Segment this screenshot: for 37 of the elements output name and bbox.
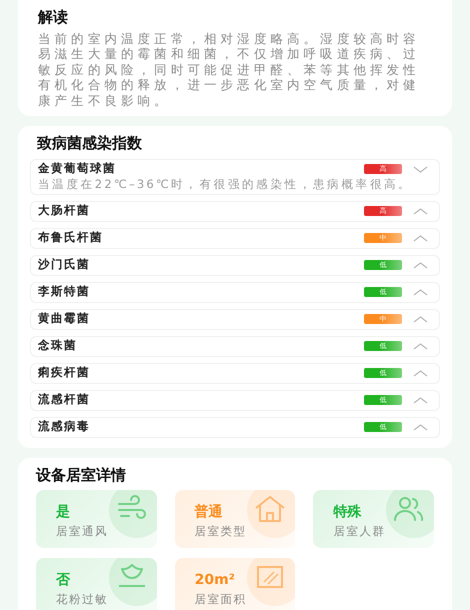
chevron-down-icon[interactable] bbox=[413, 166, 428, 172]
house-icon bbox=[253, 494, 288, 524]
chevron-up-icon[interactable] bbox=[413, 262, 428, 268]
pathogen-name: 布鲁氏杆菌 bbox=[38, 229, 104, 246]
pathogen-name: 黄曲霉菌 bbox=[38, 310, 91, 328]
section-title: 解读 bbox=[38, 7, 69, 28]
pathogen-name: 大肠杆菌 bbox=[38, 202, 91, 220]
people-icon bbox=[392, 494, 426, 524]
detail-label: 居室人群 bbox=[333, 523, 386, 540]
chevron-up-icon[interactable] bbox=[413, 424, 428, 430]
detail-value: 20m² bbox=[194, 572, 235, 589]
detail-value: 特殊 bbox=[333, 504, 362, 521]
detail-value: 是 bbox=[56, 504, 70, 521]
detail-label: 居室类型 bbox=[194, 523, 247, 540]
pathogen-name: 念珠菌 bbox=[38, 337, 78, 354]
interpretation-text: 当前的室内温度正常，相对湿度略高。湿度较高时容易滋生大量的霉菌和细菌，不仅增加呼吸道疾病、过敏反应的风险，同时可能促进甲醛、苯等其他挥发性有机化合物的释放，进一步恶化室内空气质量，对健康产生不良影响。 bbox=[38, 30, 421, 108]
detail-value: 普通 bbox=[194, 504, 223, 521]
chevron-up-icon[interactable] bbox=[413, 208, 428, 214]
section-title: 致病菌感染指数 bbox=[36, 133, 143, 154]
section-title: 设备居室详情 bbox=[36, 464, 127, 486]
detail-label: 花粉过敏 bbox=[56, 591, 108, 608]
detail-label: 居室面积 bbox=[194, 591, 247, 608]
detail-value: 否 bbox=[56, 572, 70, 589]
pathogen-name: 李斯特菌 bbox=[38, 283, 91, 300]
chevron-up-icon[interactable] bbox=[413, 234, 428, 242]
chevron-up-icon[interactable] bbox=[413, 396, 428, 404]
chevron-up-icon[interactable] bbox=[413, 370, 428, 376]
pathogen-name: 流感杆菌 bbox=[38, 391, 91, 408]
chevron-up-icon[interactable] bbox=[413, 288, 428, 296]
chevron-up-icon[interactable] bbox=[413, 342, 428, 350]
pathogen-name: 沙门氏菌 bbox=[38, 256, 91, 274]
pathogen-name: 痢疾杆菌 bbox=[38, 364, 91, 382]
pathogen-name: 金黄葡萄球菌 bbox=[38, 160, 117, 178]
pathogen-description: 当温度在22℃–36℃时，有很强的感染性，患病概率很高。 bbox=[38, 178, 414, 192]
pathogen-name: 流感病毒 bbox=[38, 418, 91, 436]
chevron-up-icon[interactable] bbox=[413, 316, 428, 322]
detail-label: 居室通风 bbox=[56, 523, 108, 540]
